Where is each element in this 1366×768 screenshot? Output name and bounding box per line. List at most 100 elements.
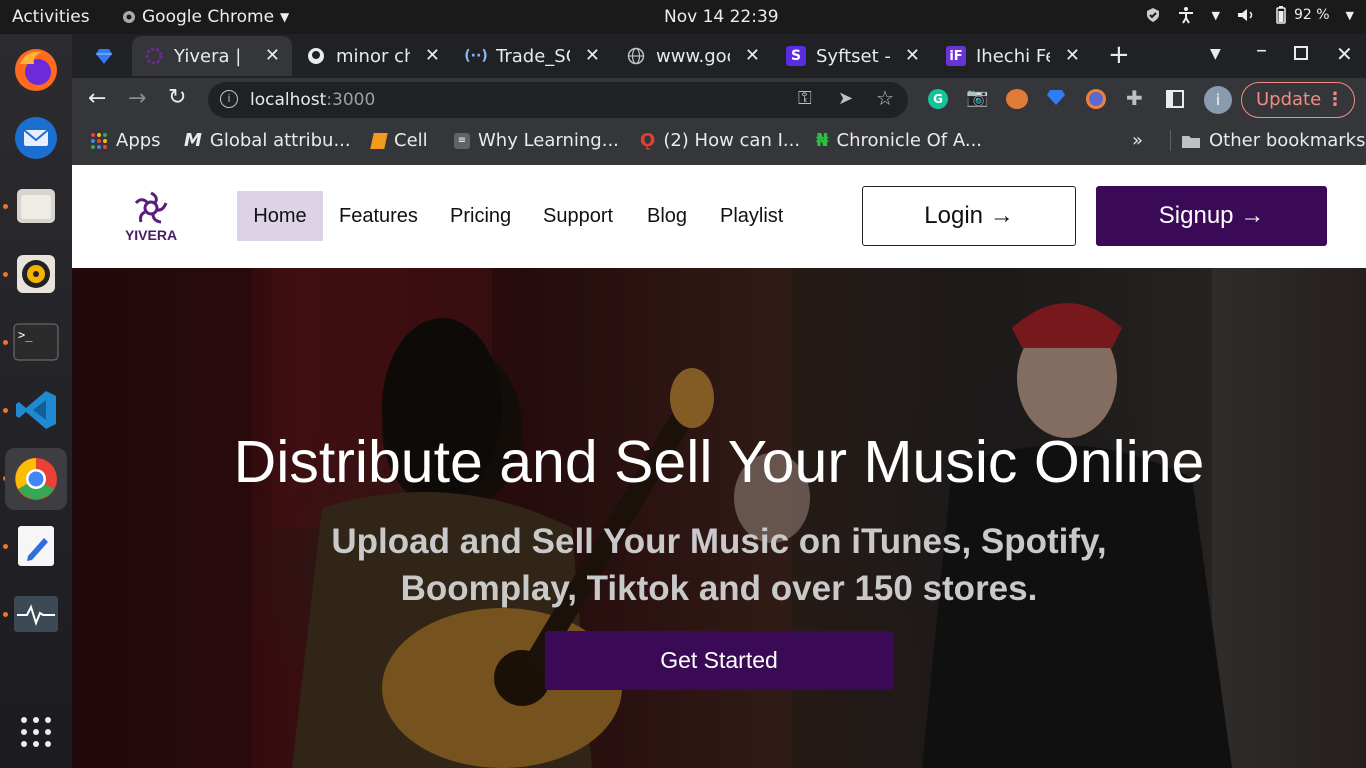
close-icon[interactable]: ✕ <box>905 45 920 66</box>
send-icon[interactable]: ➤ <box>838 88 853 109</box>
info-icon: i <box>220 90 238 108</box>
nav-support[interactable]: Support <box>543 191 613 241</box>
close-window-icon[interactable]: ✕ <box>1336 42 1353 66</box>
update-button[interactable]: Update ⋮ <box>1241 82 1355 118</box>
brand-name: YIVERA <box>124 227 178 243</box>
bookmark-global[interactable]: M Global attribu... <box>184 130 351 151</box>
folder-icon <box>1182 135 1200 148</box>
new-tab-button[interactable]: + <box>1108 40 1130 70</box>
bookmark-label: Cell <box>394 130 428 151</box>
more-bookmarks-icon[interactable]: » <box>1132 130 1143 151</box>
extension-owl-icon[interactable] <box>1006 89 1028 109</box>
battery-indicator: 92 % <box>1272 6 1330 24</box>
files-icon[interactable] <box>10 180 62 232</box>
bookmark-chronicle[interactable]: ₦ Chronicle Of A... <box>816 130 982 151</box>
close-icon[interactable]: ✕ <box>585 45 600 66</box>
system-top-bar: Activities Google Chrome ▼ Nov 14 22:39 … <box>0 0 1366 34</box>
apps-grid-icon <box>91 132 107 149</box>
puzzle-icon[interactable]: ✚ <box>1126 86 1143 110</box>
back-icon[interactable]: ← <box>88 86 106 111</box>
vscode-icon[interactable] <box>10 384 62 436</box>
camera-icon[interactable]: 📷 <box>966 87 988 108</box>
avatar[interactable]: i <box>1204 86 1232 114</box>
key-icon[interactable]: ⚿ <box>798 88 812 109</box>
nav-blog[interactable]: Blog <box>647 191 687 241</box>
bookmark-label: Chronicle Of A... <box>836 130 983 151</box>
minimize-icon[interactable]: – <box>1256 38 1267 63</box>
get-started-button[interactable]: Get Started <box>545 631 893 690</box>
nav-home[interactable]: Home <box>237 191 323 241</box>
dock: >_ <box>0 34 72 768</box>
if-icon: iF <box>946 46 966 66</box>
close-icon[interactable]: ✕ <box>425 45 440 66</box>
text-editor-icon[interactable] <box>10 520 62 572</box>
tab-yivera[interactable]: Yivera | M ✕ <box>132 36 292 76</box>
tab-syftset[interactable]: S Syftset - F ✕ <box>774 36 932 76</box>
system-tray[interactable]: ▼ 92 % ▼ <box>1145 6 1354 24</box>
system-monitor-icon[interactable] <box>10 588 62 640</box>
brave-icon[interactable] <box>1086 89 1106 109</box>
github-icon <box>306 46 326 66</box>
thunderbird-icon[interactable] <box>10 112 62 164</box>
other-bookmarks[interactable]: Other bookmarks <box>1170 130 1365 151</box>
close-icon[interactable]: ✕ <box>265 45 280 66</box>
bookmark-howcan[interactable]: Ǫ (2) How can I... <box>640 130 800 151</box>
signup-button[interactable]: Signup → <box>1096 186 1327 246</box>
nav-pricing[interactable]: Pricing <box>450 191 511 241</box>
tab-github[interactable]: minor cha ✕ <box>294 36 452 76</box>
list-icon: ≡ <box>454 132 470 149</box>
globe-icon <box>626 46 646 66</box>
rhythmbox-icon[interactable] <box>10 248 62 300</box>
hero-title: Distribute and Sell Your Music Online <box>233 429 1205 495</box>
tab-ihechi[interactable]: iF Ihechi Fes ✕ <box>934 36 1092 76</box>
grammarly-icon[interactable]: G <box>928 89 948 109</box>
chrome-dock-icon[interactable] <box>5 448 67 510</box>
gem-icon <box>94 46 114 66</box>
bookmarks-bar: Apps M Global attribu... Cell ≡ Why Lear… <box>72 122 1366 165</box>
gem-extension-icon[interactable] <box>1046 87 1066 111</box>
site-logo[interactable]: YIVERA <box>120 191 182 243</box>
accessibility-icon <box>1179 7 1194 24</box>
tab-search-icon[interactable]: ▼ <box>1210 46 1221 62</box>
url-host: localhost <box>250 90 327 110</box>
address-bar[interactable]: i localhost:3000 ⚿ ➤ ☆ <box>208 82 908 118</box>
side-panel-icon[interactable] <box>1166 90 1184 108</box>
tab-www[interactable]: www.goo ✕ <box>614 36 772 76</box>
bookmark-label: Apps <box>116 130 161 151</box>
bookmark-cell[interactable]: Cell <box>370 130 428 151</box>
forward-icon[interactable]: → <box>128 86 146 111</box>
yivera-logo-icon <box>134 191 168 224</box>
login-button[interactable]: Login → <box>862 186 1076 246</box>
code-icon: (··) <box>464 48 488 64</box>
bookmark-label: Global attribu... <box>209 130 351 151</box>
close-icon[interactable]: ✕ <box>745 45 760 66</box>
app-menu-label: Google Chrome <box>142 7 275 27</box>
url-text: localhost:3000 <box>250 90 375 110</box>
hero-subtitle-line-2: Boomplay, Tiktok and over 150 stores. <box>400 569 1038 608</box>
tab-title: www.goo <box>656 45 730 67</box>
clock[interactable]: Nov 14 22:39 <box>664 7 779 27</box>
bookmark-label: Why Learning... <box>478 130 619 151</box>
url-port: :3000 <box>326 90 376 110</box>
nav-features[interactable]: Features <box>339 191 418 241</box>
nav-playlist[interactable]: Playlist <box>720 191 783 241</box>
hero-subtitle: Upload and Sell Your Music on iTunes, Sp… <box>72 518 1366 612</box>
close-icon[interactable]: ✕ <box>1065 45 1080 66</box>
show-apps-icon[interactable] <box>10 706 62 758</box>
volume-icon <box>1237 9 1253 21</box>
chevron-down-icon: ▼ <box>1211 8 1220 22</box>
app-menu[interactable]: Google Chrome ▼ <box>122 7 289 27</box>
s-icon: S <box>786 46 806 66</box>
firefox-icon[interactable] <box>10 44 62 96</box>
chrome-small-icon <box>123 11 135 23</box>
star-icon[interactable]: ☆ <box>876 86 894 110</box>
battery-icon <box>1276 6 1286 24</box>
bookmark-apps[interactable]: Apps <box>90 130 161 151</box>
activities-button[interactable]: Activities <box>12 7 90 27</box>
tab-trade[interactable]: (··) Trade_SC ✕ <box>454 36 612 76</box>
terminal-icon[interactable]: >_ <box>10 316 62 368</box>
bookmark-why[interactable]: ≡ Why Learning... <box>454 130 619 151</box>
reload-icon[interactable]: ↻ <box>168 85 186 110</box>
tab-pinned[interactable] <box>82 36 130 76</box>
maximize-icon[interactable] <box>1294 46 1308 60</box>
